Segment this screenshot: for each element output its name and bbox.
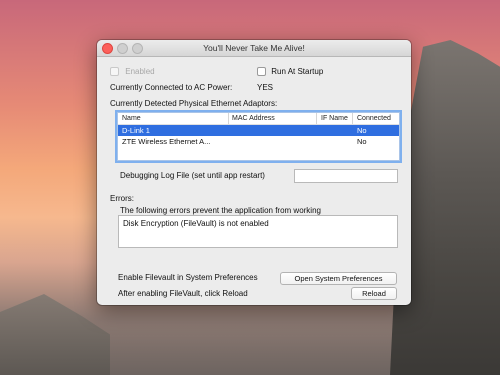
title-bar[interactable]: You'll Never Take Me Alive!: [97, 40, 411, 57]
run-at-startup-option[interactable]: Run At Startup: [257, 67, 324, 77]
row-name: D-Link 1: [122, 126, 150, 135]
zoom-icon[interactable]: [132, 43, 143, 54]
column-divider: [352, 113, 353, 124]
close-icon[interactable]: [102, 43, 113, 54]
table-header: Name MAC Address IF Name Connected: [118, 113, 399, 125]
errors-description: The following errors prevent the applica…: [120, 206, 321, 215]
table-row[interactable]: D-Link 1 No: [118, 125, 399, 136]
debug-log-label: Debugging Log File (set until app restar…: [120, 171, 265, 180]
run-at-startup-checkbox[interactable]: [257, 67, 266, 77]
column-divider: [228, 113, 229, 124]
minimize-icon[interactable]: [117, 43, 128, 54]
column-ifname[interactable]: IF Name: [321, 115, 348, 122]
run-at-startup-label: Run At Startup: [271, 67, 324, 76]
table-row[interactable]: ZTE Wireless Ethernet A... No: [118, 136, 399, 147]
column-divider: [316, 113, 317, 124]
column-name[interactable]: Name: [122, 115, 141, 122]
reload-label: After enabling FileVault, click Reload: [118, 289, 248, 298]
error-message: Disk Encryption (FileVault) is not enabl…: [123, 219, 269, 228]
adaptors-table[interactable]: Name MAC Address IF Name Connected D-Lin…: [117, 112, 400, 161]
ac-power-label: Currently Connected to AC Power:: [110, 83, 233, 92]
filevault-label: Enable Filevault in System Preferences: [118, 273, 258, 282]
window-title: You'll Never Take Me Alive!: [203, 43, 305, 53]
enabled-label: Enabled: [125, 67, 155, 76]
desktop-rock: [0, 294, 110, 375]
column-mac[interactable]: MAC Address: [232, 115, 275, 122]
row-connected: No: [357, 126, 367, 135]
open-system-preferences-button[interactable]: Open System Preferences: [280, 272, 397, 285]
reload-button[interactable]: Reload: [351, 287, 397, 300]
column-connected[interactable]: Connected: [357, 115, 391, 122]
enabled-checkbox[interactable]: [110, 67, 119, 77]
adaptors-heading: Currently Detected Physical Ethernet Ada…: [110, 99, 278, 108]
errors-heading: Errors:: [110, 194, 134, 203]
window-controls: [102, 43, 143, 54]
debug-log-field[interactable]: [294, 169, 398, 183]
row-name: ZTE Wireless Ethernet A...: [122, 137, 211, 146]
enabled-option[interactable]: Enabled: [110, 67, 155, 77]
errors-textarea[interactable]: Disk Encryption (FileVault) is not enabl…: [118, 215, 398, 248]
ac-power-value: YES: [257, 83, 274, 92]
app-window: You'll Never Take Me Alive! Enabled Run …: [97, 40, 411, 305]
row-connected: No: [357, 137, 367, 146]
